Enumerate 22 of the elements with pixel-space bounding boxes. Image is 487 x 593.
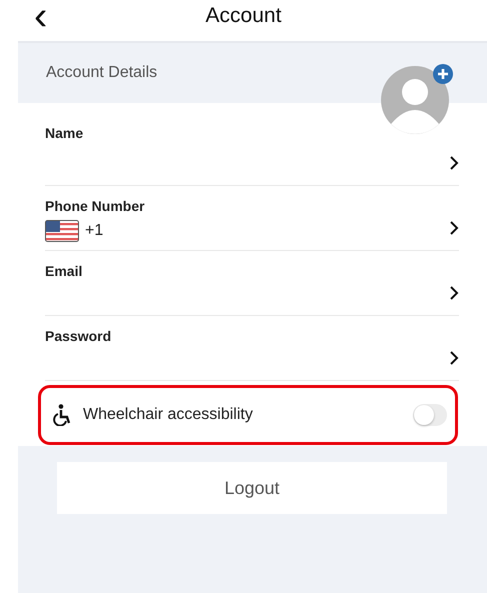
chevron-icon [449,220,459,236]
chevron-icon [449,285,459,301]
add-photo-icon[interactable] [433,64,453,84]
account-row[interactable]: Phone Number +1 [45,186,459,251]
account-row[interactable]: Email [45,251,459,316]
flag-icon [45,220,79,242]
logout-button[interactable]: Logout [57,462,447,514]
field-label: Phone Number [45,198,145,214]
setting-label: Wheelchair accessibility [83,406,254,424]
screen-title: Account [206,4,282,28]
field-label: Email [45,263,82,279]
toggle-switch[interactable] [413,404,447,426]
account-row[interactable]: Name [45,103,459,186]
wheelchair-icon [53,404,73,426]
field-label: Password [45,328,112,344]
field-label: Name [45,125,84,141]
phone-code: +1 [85,222,104,240]
section-title: Account Details [46,64,158,82]
chevron-icon [449,155,459,171]
back-button[interactable]: ‹ [34,0,48,34]
account-row[interactable]: Password [45,316,459,381]
chevron-icon [449,350,459,366]
